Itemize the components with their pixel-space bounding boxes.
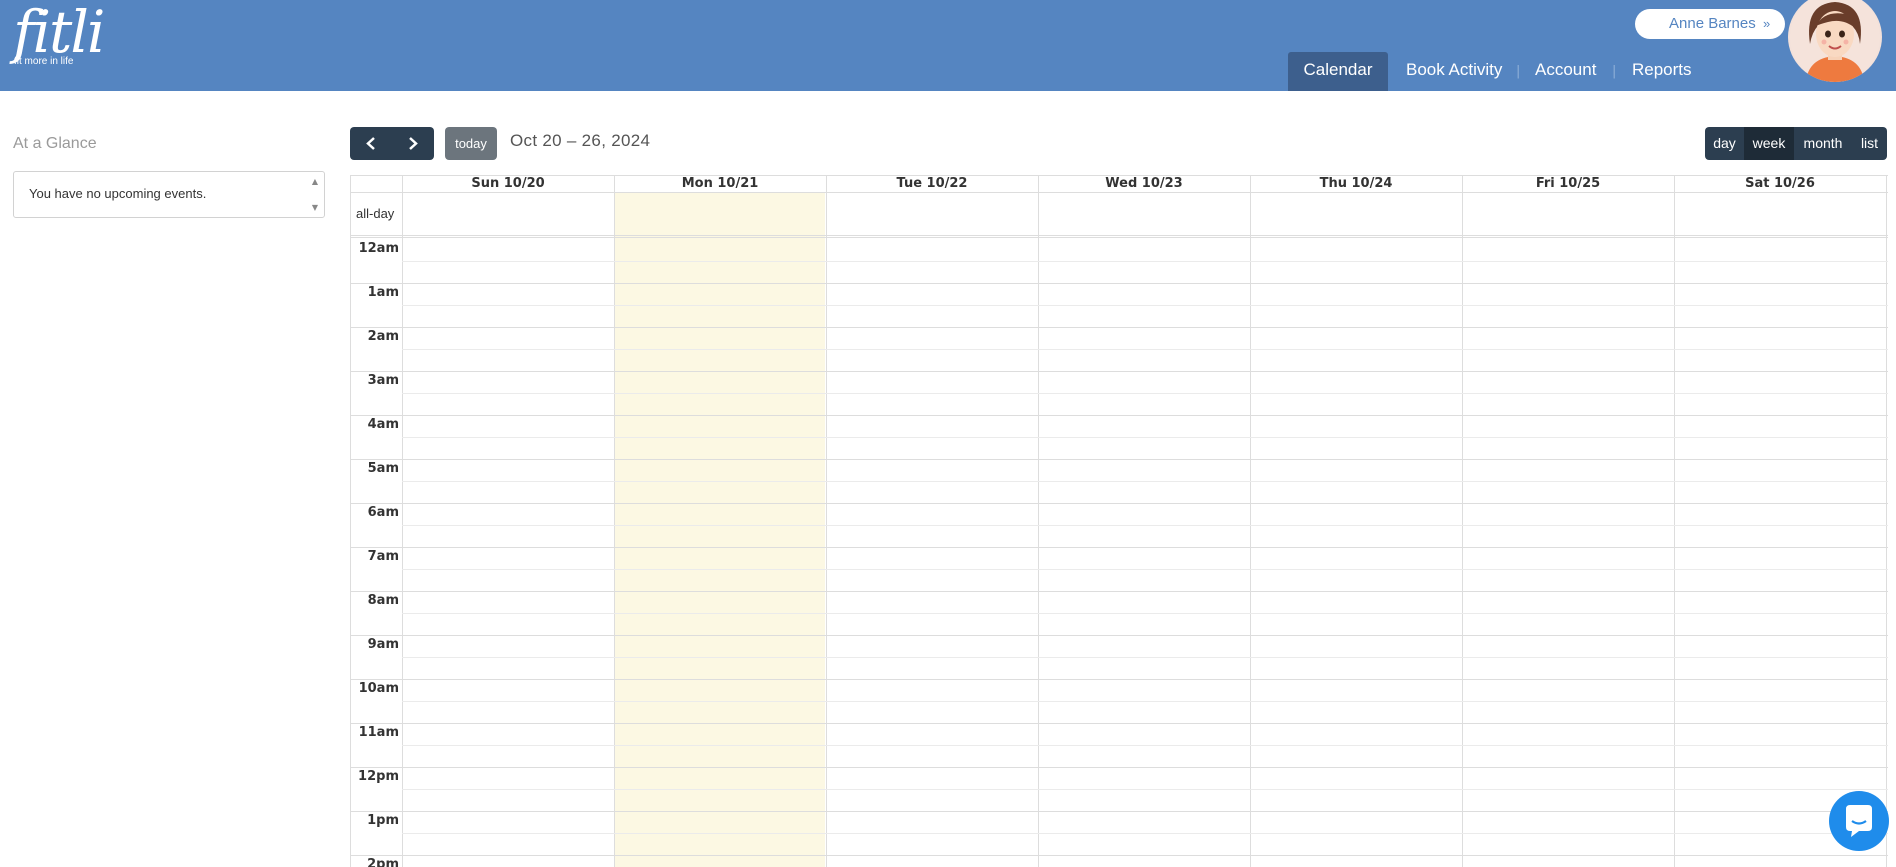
row-divider <box>351 415 1888 416</box>
nav-separator: | <box>1516 64 1521 79</box>
view-day-button[interactable]: day <box>1705 127 1744 160</box>
row-divider <box>351 327 1888 328</box>
hour-label: 12pm <box>358 769 399 784</box>
column-divider <box>826 176 827 867</box>
nav-tab-reports[interactable]: Reports <box>1632 52 1692 91</box>
row-divider <box>351 503 1888 504</box>
row-divider <box>402 569 1888 570</box>
row-divider <box>351 635 1888 636</box>
row-divider <box>351 723 1888 724</box>
view-list-button[interactable]: list <box>1852 127 1887 160</box>
row-divider <box>351 235 1888 236</box>
row-divider <box>351 237 1888 238</box>
row-divider <box>402 481 1888 482</box>
view-switcher: day week month list <box>1705 127 1887 160</box>
hour-label: 10am <box>358 681 399 696</box>
chevron-down-icon: » <box>1763 16 1771 31</box>
hour-label: 12am <box>358 241 399 256</box>
chevron-right-icon <box>409 137 418 150</box>
top-header: fitli fit more in life Anne Barnes » Cal… <box>0 0 1896 91</box>
date-range-title: Oct 20 – 26, 2024 <box>510 131 651 150</box>
row-divider <box>402 613 1888 614</box>
hour-label: 8am <box>367 593 399 608</box>
column-divider <box>1250 176 1251 867</box>
nav-tab-book-activity[interactable]: Book Activity <box>1406 52 1502 91</box>
day-header: Mon 10/21 <box>681 176 759 191</box>
row-divider <box>351 591 1888 592</box>
user-menu-button[interactable]: Anne Barnes » <box>1635 9 1785 39</box>
avatar-illustration-icon <box>1790 0 1880 82</box>
row-divider <box>402 261 1888 262</box>
hour-label: 2am <box>367 329 399 344</box>
hour-label: 4am <box>367 417 399 432</box>
row-divider <box>402 701 1888 702</box>
day-header: Sat 10/26 <box>1745 176 1815 191</box>
hour-label: 1am <box>367 285 399 300</box>
row-divider <box>351 283 1888 284</box>
day-header: Wed 10/23 <box>1105 176 1183 191</box>
all-day-label: all-day <box>356 206 395 221</box>
row-divider <box>402 437 1888 438</box>
scroll-down-icon[interactable]: ▼ <box>312 203 318 212</box>
today-button[interactable]: today <box>445 127 497 160</box>
prev-week-button[interactable] <box>350 127 392 160</box>
hour-label: 9am <box>367 637 399 652</box>
column-divider <box>1038 176 1039 867</box>
avatar[interactable] <box>1788 0 1882 82</box>
hour-label: 7am <box>367 549 399 564</box>
row-divider <box>351 811 1888 812</box>
row-divider <box>351 855 1888 856</box>
chevron-left-icon <box>366 137 375 150</box>
row-divider <box>351 371 1888 372</box>
column-divider <box>402 176 403 867</box>
row-divider <box>351 547 1888 548</box>
row-divider <box>351 767 1888 768</box>
row-divider <box>402 833 1888 834</box>
row-divider <box>351 192 1888 193</box>
week-calendar-grid: Sun 10/20 Mon 10/21 Tue 10/22 Wed 10/23 … <box>350 175 1888 867</box>
row-divider <box>351 459 1888 460</box>
day-header: Tue 10/22 <box>896 176 968 191</box>
row-divider <box>402 393 1888 394</box>
view-week-button[interactable]: week <box>1744 127 1794 160</box>
next-week-button[interactable] <box>392 127 434 160</box>
row-divider <box>402 349 1888 350</box>
hour-label: 6am <box>367 505 399 520</box>
hour-label: 5am <box>367 461 399 476</box>
nav-tab-calendar[interactable]: Calendar <box>1288 52 1388 91</box>
column-divider <box>1462 176 1463 867</box>
today-column-highlight <box>614 192 825 867</box>
day-header: Fri 10/25 <box>1535 176 1601 191</box>
chat-bubble-icon <box>1846 805 1872 837</box>
prev-next-group <box>350 127 434 160</box>
nav-tab-account[interactable]: Account <box>1535 52 1596 91</box>
row-divider <box>402 657 1888 658</box>
column-divider <box>614 176 615 867</box>
fitli-logo[interactable]: fitli fit more in life <box>13 0 105 67</box>
hour-label: 11am <box>358 725 399 740</box>
scroll-up-icon[interactable]: ▲ <box>312 177 318 186</box>
view-month-button[interactable]: month <box>1794 127 1852 160</box>
column-divider <box>1886 176 1887 867</box>
logo-wordmark: fitli <box>13 0 105 66</box>
upcoming-events-panel[interactable]: You have no upcoming events. ▲ ▼ <box>13 171 325 218</box>
hour-label: 1pm <box>367 813 399 828</box>
row-divider <box>402 745 1888 746</box>
day-header: Sun 10/20 <box>471 176 545 191</box>
support-chat-button[interactable] <box>1829 791 1889 851</box>
nav-separator: | <box>1612 64 1617 79</box>
user-name: Anne Barnes <box>1669 15 1756 32</box>
hour-label: 3am <box>367 373 399 388</box>
day-header: Thu 10/24 <box>1319 176 1393 191</box>
row-divider <box>402 525 1888 526</box>
row-divider <box>402 789 1888 790</box>
row-divider <box>351 679 1888 680</box>
no-events-message: You have no upcoming events. <box>29 186 207 201</box>
row-divider <box>402 305 1888 306</box>
at-a-glance-title: At a Glance <box>13 135 97 152</box>
column-divider <box>1674 176 1675 867</box>
